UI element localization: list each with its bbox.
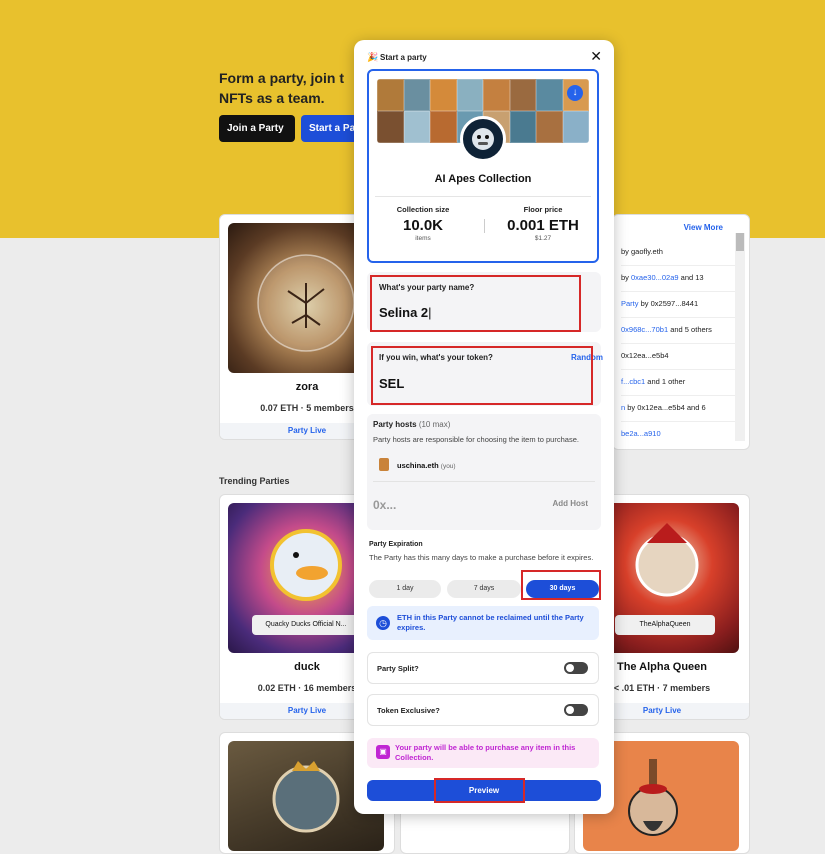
activity-row: f...cbc1 and 1 other — [621, 369, 737, 396]
duration-7-days[interactable]: 7 days — [447, 580, 521, 598]
hosts-description: Party hosts are responsible for choosing… — [373, 435, 579, 444]
activity-link[interactable]: be2a...a910 — [621, 429, 661, 438]
activity-link[interactable]: Party — [621, 299, 639, 308]
token-exclusive-toggle[interactable] — [564, 704, 588, 716]
activity-row: be2a...a910 — [621, 421, 737, 447]
stat-value: 10.0K — [402, 217, 444, 234]
recent-activity-panel: View More by gaofly.eth by 0xae30...02a9… — [612, 214, 750, 450]
start-party-button[interactable]: Start a Pa — [301, 115, 361, 142]
host-address-input[interactable]: 0x... — [373, 498, 396, 512]
trending-parties-heading: Trending Parties — [219, 476, 290, 486]
hosts-title: Party hosts — [373, 420, 417, 429]
hero-line-2: NFTs as a team. — [219, 90, 325, 106]
host-avatar — [379, 458, 389, 471]
party-emoji-icon: 🎉 — [367, 52, 379, 62]
stat-sub: $1.27 — [534, 235, 552, 242]
activity-text: by 0x12ea...e5b4 and 6 — [625, 403, 706, 412]
hero-tagline: Form a party, join t NFTs as a team. — [219, 68, 359, 108]
clock-icon: ◷ — [376, 616, 390, 630]
activity-text: by gaofly.eth — [621, 247, 663, 256]
highlight-box — [371, 346, 593, 405]
stat-label: Collection size — [396, 205, 450, 214]
activity-row: Party by 0x2597...8441 — [621, 291, 737, 318]
hosts-label: Party hosts (10 max) — [373, 420, 450, 429]
purchase-scope-note: ▣ Your party will be able to purchase an… — [367, 738, 599, 768]
collection-badge: TheAlphaQueen — [615, 615, 715, 635]
duration-1-day[interactable]: 1 day — [369, 580, 441, 598]
activity-row: 0x12ea...e5b4 — [621, 343, 737, 370]
ape-icon — [472, 128, 494, 150]
collection-size-stat: Collection size 10.0K items — [369, 205, 477, 242]
highlight-box — [434, 778, 525, 803]
party-hosts-panel — [367, 414, 601, 530]
modal-title: Start a party — [380, 53, 427, 62]
collection-avatar — [460, 116, 506, 162]
activity-text: and 1 other — [645, 377, 686, 386]
stat-value: 0.001 ETH — [507, 217, 579, 234]
party-split-row: Party Split? — [367, 652, 599, 684]
start-party-modal: 🎉 Start a party ✕ ↓ AI Apes Collection C… — [354, 40, 614, 814]
expiration-label: Party Expiration — [369, 541, 423, 548]
view-more-link[interactable]: View More — [684, 223, 723, 232]
hero-line-1: Form a party, join t — [219, 70, 344, 86]
download-icon[interactable]: ↓ — [567, 85, 583, 101]
activity-text: by — [621, 273, 632, 282]
eth-lock-info: ◷ ETH in this Party cannot be reclaimed … — [367, 606, 599, 640]
token-exclusive-row: Token Exclusive? — [367, 694, 599, 726]
info-text: ETH in this Party cannot be reclaimed un… — [397, 613, 584, 632]
activity-text: and 5 others — [668, 325, 712, 334]
join-party-button[interactable]: Join a Party — [219, 115, 295, 142]
token-exclusive-label: Token Exclusive? — [377, 706, 440, 715]
activity-row: 0x968c...70b1 and 5 others — [621, 317, 737, 344]
collection-badge: Quacky Ducks Official N... — [252, 615, 360, 635]
host-you-tag: (you) — [440, 463, 456, 470]
highlight-box — [521, 570, 601, 600]
add-host-button[interactable]: Add Host — [552, 499, 588, 508]
collection-card: ↓ AI Apes Collection Collection size 10.… — [367, 69, 599, 263]
activity-scrollbar[interactable] — [735, 233, 745, 441]
activity-link[interactable]: f...cbc1 — [621, 377, 645, 386]
activity-row: n by 0x12ea...e5b4 and 6 — [621, 395, 737, 422]
floor-price-stat: Floor price 0.001 ETH $1.27 — [489, 205, 597, 242]
stat-sub: items — [415, 235, 431, 242]
expiration-description: The Party has this many days to make a p… — [369, 553, 594, 562]
activity-link[interactable]: 0x968c...70b1 — [621, 325, 668, 334]
activity-row: by gaofly.eth — [621, 239, 737, 266]
divider — [484, 219, 485, 233]
scrollbar-thumb[interactable] — [736, 233, 744, 251]
party-split-toggle[interactable] — [564, 662, 588, 674]
host-name: uschina.eth — [397, 461, 439, 470]
divider — [373, 481, 595, 482]
activity-text: by 0x2597...8441 — [638, 299, 699, 308]
bag-icon: ▣ — [376, 745, 390, 759]
collection-name: AI Apes Collection — [434, 173, 532, 185]
activity-link[interactable]: 0xae30...02a9 — [631, 273, 679, 282]
activity-text: and 13 — [678, 273, 704, 282]
host-entry: uschina.eth (you) — [397, 461, 456, 470]
divider — [375, 196, 591, 197]
stat-label: Floor price — [523, 205, 563, 214]
highlight-box — [370, 275, 581, 332]
party-split-label: Party Split? — [377, 664, 419, 673]
activity-row: by 0xae30...02a9 and 13 — [621, 265, 737, 292]
hosts-max: (10 max) — [418, 420, 451, 429]
close-icon[interactable]: ✕ — [590, 48, 602, 65]
activity-text: 0x12ea...e5b4 — [621, 351, 669, 360]
purchase-scope-text: Your party will be able to purchase any … — [395, 743, 576, 762]
